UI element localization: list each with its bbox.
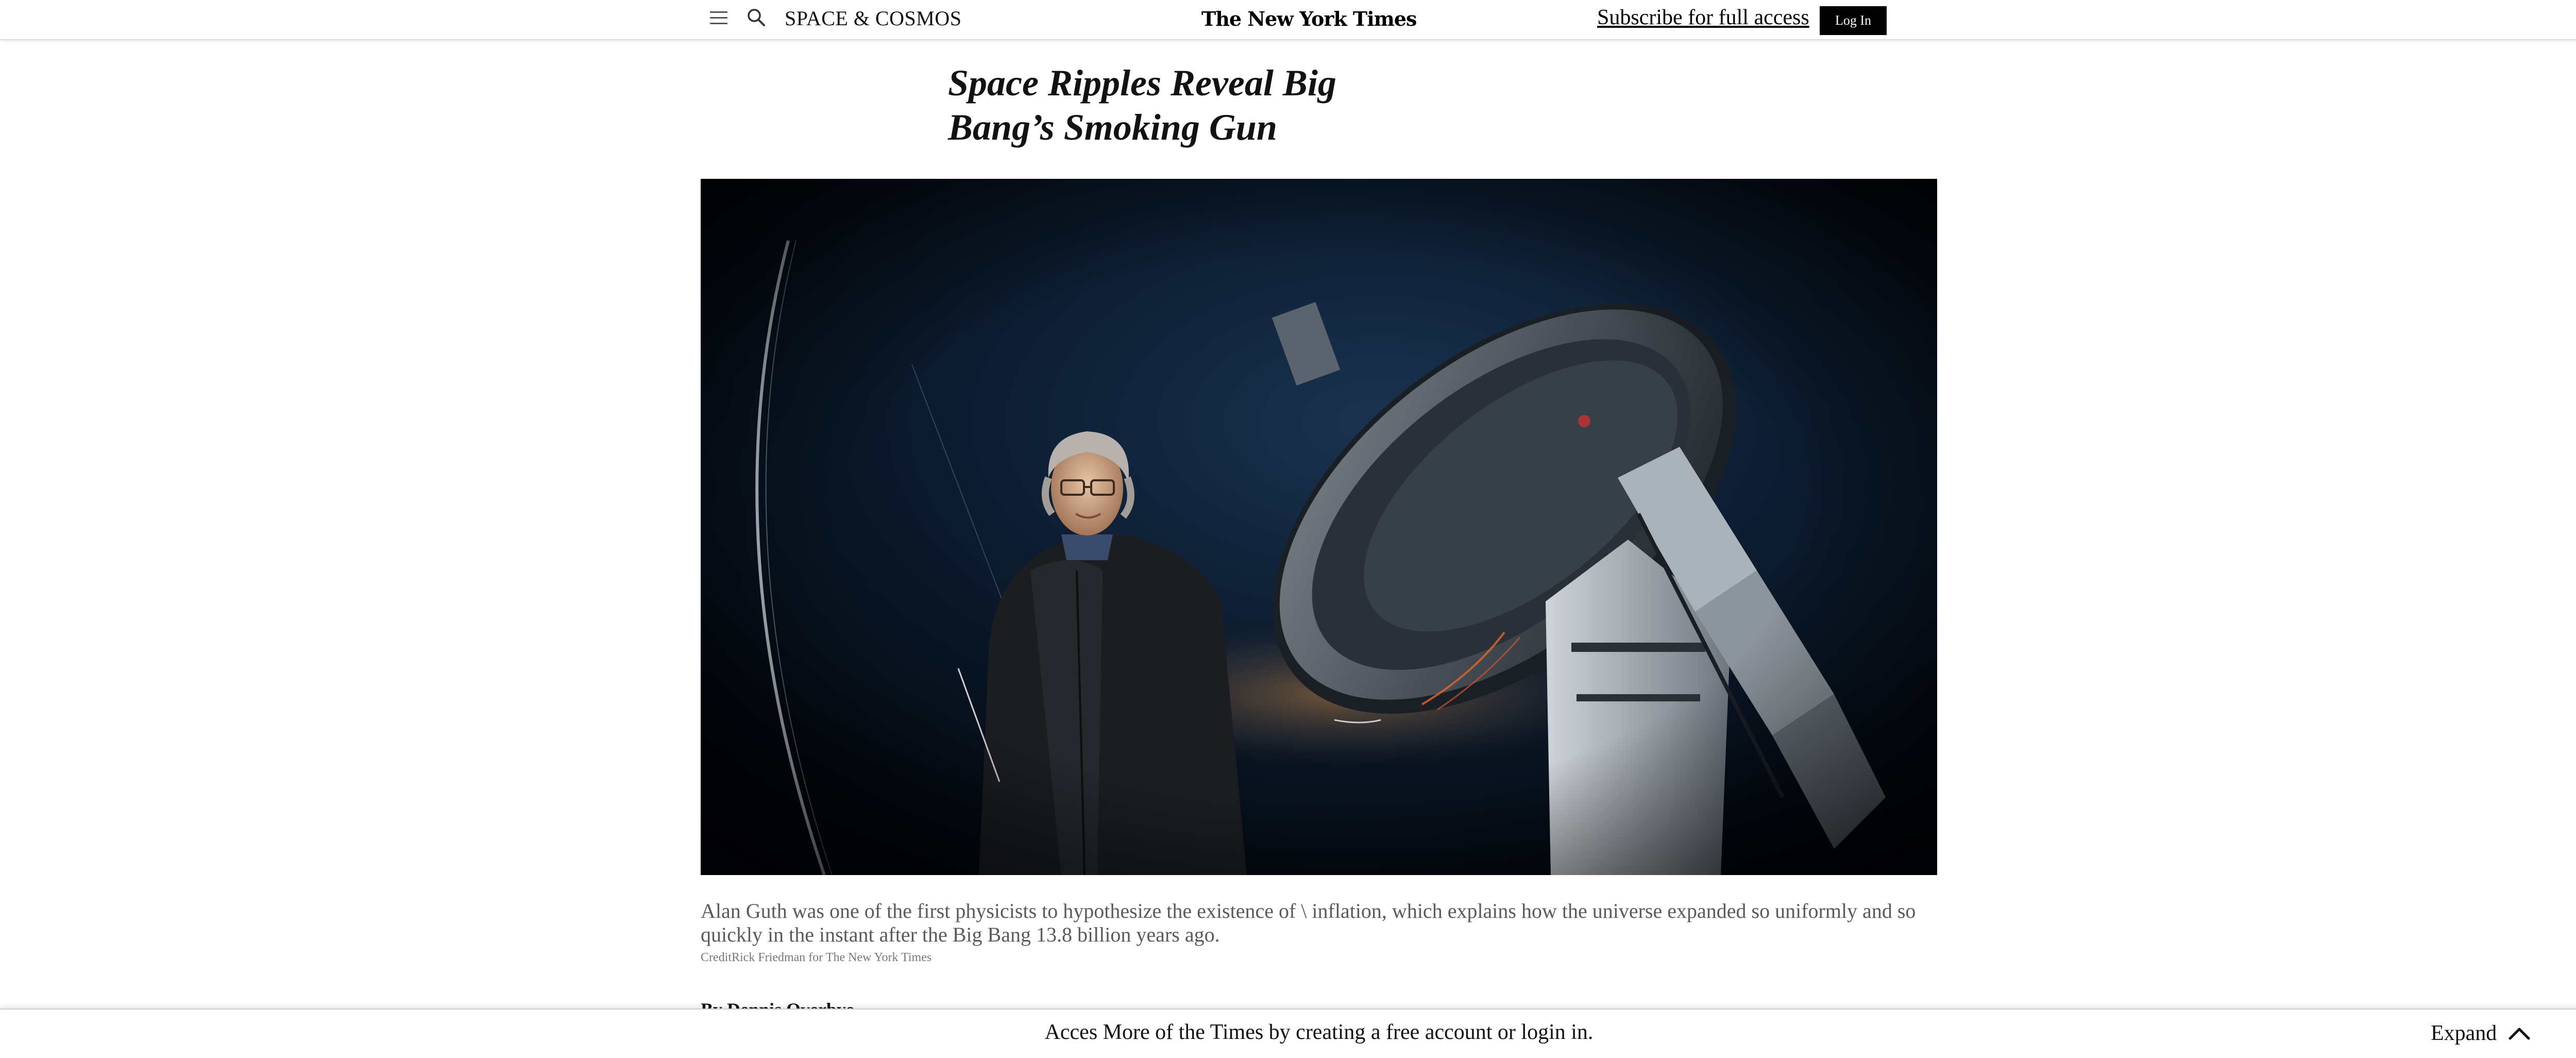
top-bar: SPACE & COSMOS The New York Times Subscr… bbox=[0, 0, 2576, 40]
expand-button[interactable]: Expand bbox=[2431, 1019, 2531, 1048]
chevron-up-icon bbox=[2509, 1028, 2530, 1040]
photo-credit: CreditRick Friedman for The New York Tim… bbox=[701, 951, 932, 964]
search-icon[interactable] bbox=[746, 7, 767, 28]
hero-photo bbox=[701, 179, 1937, 875]
nyt-logo[interactable]: The New York Times bbox=[1201, 7, 1417, 30]
article-headline: Space Ripples Reveal Big Bang’s Smoking … bbox=[948, 61, 1412, 149]
page: SPACE & COSMOS The New York Times Subscr… bbox=[0, 0, 2576, 1058]
headline-line-1: Space Ripples Reveal Big bbox=[948, 62, 1336, 104]
subscribe-link[interactable]: Subscribe for full access bbox=[1597, 5, 1809, 30]
photo-caption: Alan Guth was one of the first physicist… bbox=[701, 899, 1916, 946]
headline-line-2: Bang’s Smoking Gun bbox=[948, 107, 1277, 148]
banner-message[interactable]: Acces More of the Times by creating a fr… bbox=[0, 1020, 2576, 1045]
section-name[interactable]: SPACE & COSMOS bbox=[785, 6, 961, 30]
hamburger-menu-icon[interactable] bbox=[710, 11, 727, 25]
registration-banner: Acces More of the Times by creating a fr… bbox=[0, 1009, 2576, 1058]
login-button[interactable]: Log In bbox=[1820, 6, 1887, 35]
expand-label: Expand bbox=[2431, 1021, 2497, 1045]
